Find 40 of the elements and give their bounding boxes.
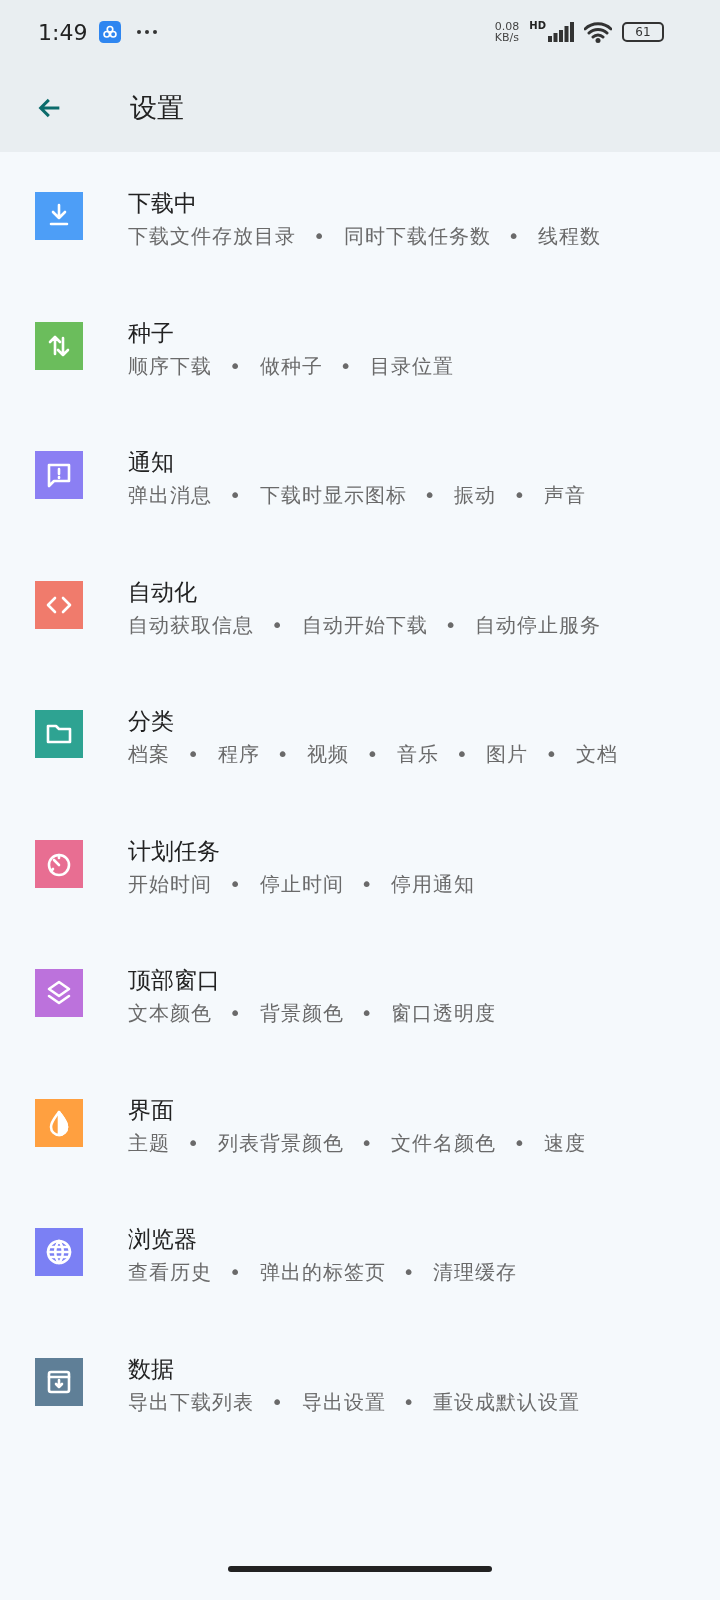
item-title: 自动化 [128,577,198,607]
item-title: 分类 [128,707,175,736]
network-speed-value: 0.08 [494,21,520,32]
item-title: 数据 [128,1354,175,1384]
page-title: 设置 [130,91,184,125]
item-title: 计划任务 [128,836,221,866]
item-subtitle: 文本颜色 • 背景颜色 • 窗口透明度 [128,1000,497,1027]
settings-item[interactable]: 浏览器 查看历史 • 弹出的标签页 • 清理缓存 [0,1188,720,1318]
network-speed-unit: KB/s [494,32,520,43]
settings-item[interactable]: 顶部窗口 文本颜色 • 背景颜色 • 窗口透明度 [0,929,720,1059]
item-subtitle: 自动获取信息 • 自动开始下载 • 自动停止服务 [128,611,602,639]
settings-item[interactable]: 数据 导出下载列表 • 导出设置 • 重设成默认设置 [0,1317,720,1447]
more-icon [137,30,158,34]
item-subtitle: 导出下载列表 • 导出设置 • 重设成默认设置 [128,1388,581,1416]
app-notification-icon [99,21,122,43]
signal-icon [548,22,574,42]
settings-item[interactable]: 分类 档案 • 程序 • 视频 • 音乐 • 图片 • 文档 [0,670,720,800]
item-subtitle: 顺序下载 • 做种子 • 目录位置 [128,352,455,380]
item-title: 浏览器 [128,1225,198,1254]
settings-item[interactable]: 下载中 下载文件存放目录 • 同时下载任务数 • 线程数 [0,152,720,282]
item-subtitle: 开始时间 • 停止时间 • 停用通知 [128,870,476,898]
settings-item[interactable]: 计划任务 开始时间 • 停止时间 • 停用通知 [0,799,720,929]
settings-item[interactable]: 通知 弹出消息 • 下载时显示图标 • 振动 • 声音 [0,411,720,541]
settings-item[interactable]: 界面 主题 • 列表背景颜色 • 文件名颜色 • 速度 [0,1058,720,1188]
item-title: 下载中 [128,189,198,218]
settings-item[interactable]: 种子 顺序下载 • 做种子 • 目录位置 [0,281,720,411]
settings-item[interactable]: 自动化 自动获取信息 • 自动开始下载 • 自动停止服务 [0,540,720,670]
item-subtitle: 档案 • 程序 • 视频 • 音乐 • 图片 • 文档 [128,741,618,768]
wifi-icon [584,21,612,43]
status-time: 1:49 [38,19,88,45]
item-title: 通知 [128,448,175,477]
item-subtitle: 查看历史 • 弹出的标签页 • 清理缓存 [128,1259,518,1286]
item-subtitle: 弹出消息 • 下载时显示图标 • 振动 • 声音 [128,482,586,509]
battery-icon: 61 [622,22,664,42]
item-subtitle: 下载文件存放目录 • 同时下载任务数 • 线程数 [128,223,602,250]
item-title: 种子 [128,318,175,348]
item-title: 界面 [128,1095,175,1125]
network-type-label: HD [529,20,546,31]
item-subtitle: 主题 • 列表背景颜色 • 文件名颜色 • 速度 [128,1129,586,1157]
item-title: 顶部窗口 [128,966,221,995]
